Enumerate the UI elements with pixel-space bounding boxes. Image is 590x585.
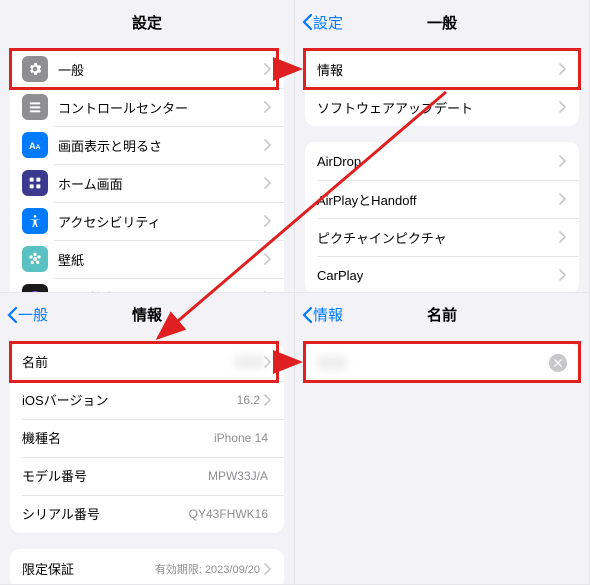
chevron-right-icon bbox=[264, 63, 272, 75]
navbar: 一般 情報 bbox=[0, 293, 294, 337]
row-software-update[interactable]: ソフトウェアアップデート bbox=[305, 88, 579, 126]
row-label: Siriと検索 bbox=[58, 288, 264, 292]
row-model-name: 機種名 iPhone 14 bbox=[10, 419, 284, 457]
about-group: 名前 iOSバージョン 16.2 機種名 iPhone 14 モデル番号 MPW… bbox=[10, 343, 284, 533]
row-model-number[interactable]: モデル番号 MPW33J/A bbox=[10, 457, 284, 495]
chevron-right-icon bbox=[559, 231, 567, 243]
row-value: 有効期限: 2023/09/20 bbox=[155, 561, 260, 577]
blurred-value bbox=[317, 356, 347, 370]
chevron-right-icon bbox=[559, 63, 567, 75]
back-button[interactable]: 情報 bbox=[301, 304, 343, 325]
blurred-value bbox=[234, 355, 264, 369]
row-label: 一般 bbox=[58, 60, 264, 79]
back-label: 一般 bbox=[18, 304, 48, 325]
settings-group: 一般 コントロールセンター AA 画面表示と明るさ bbox=[10, 50, 284, 292]
row-label: アクセシビリティ bbox=[58, 212, 264, 231]
row-label: コントロールセンター bbox=[58, 98, 264, 117]
siri-icon bbox=[22, 284, 48, 292]
row-label: 壁紙 bbox=[58, 250, 264, 269]
page-title: 情報 bbox=[132, 304, 162, 325]
row-label: モデル番号 bbox=[22, 466, 208, 485]
row-wallpaper[interactable]: 壁紙 bbox=[10, 240, 284, 278]
chevron-right-icon bbox=[264, 291, 272, 292]
row-accessibility[interactable]: アクセシビリティ bbox=[10, 202, 284, 240]
chevron-right-icon bbox=[264, 563, 272, 575]
chevron-right-icon bbox=[559, 155, 567, 167]
row-value: iPhone 14 bbox=[214, 431, 268, 445]
row-airplay[interactable]: AirPlayとHandoff bbox=[305, 180, 579, 218]
row-label: CarPlay bbox=[317, 268, 559, 283]
sliders-icon bbox=[22, 94, 48, 120]
row-label: シリアル番号 bbox=[22, 504, 189, 523]
row-general[interactable]: 一般 bbox=[10, 50, 284, 88]
name-input-row[interactable] bbox=[305, 343, 579, 383]
row-label: ホーム画面 bbox=[58, 174, 264, 193]
back-button[interactable]: 設定 bbox=[301, 12, 343, 33]
panel-name: 情報 名前 bbox=[295, 293, 590, 585]
page-title: 一般 bbox=[427, 12, 457, 33]
row-label: AirPlayとHandoff bbox=[317, 190, 559, 209]
chevron-right-icon bbox=[264, 139, 272, 151]
page-title: 名前 bbox=[427, 304, 457, 325]
row-airdrop[interactable]: AirDrop bbox=[305, 142, 579, 180]
grid-icon bbox=[22, 170, 48, 196]
row-label: 機種名 bbox=[22, 428, 214, 447]
row-carplay[interactable]: CarPlay bbox=[305, 256, 579, 292]
navbar: 設定 一般 bbox=[295, 0, 589, 44]
row-ios-version[interactable]: iOSバージョン 16.2 bbox=[10, 381, 284, 419]
row-home[interactable]: ホーム画面 bbox=[10, 164, 284, 202]
row-label: AirDrop bbox=[317, 154, 559, 169]
panel-about: 一般 情報 名前 iOSバージョン 16.2 機種名 iPhone 14 bbox=[0, 293, 295, 585]
chevron-right-icon bbox=[559, 269, 567, 281]
general-group-1: 情報 ソフトウェアアップデート bbox=[305, 50, 579, 126]
row-label: ピクチャインピクチャ bbox=[317, 228, 559, 247]
row-warranty[interactable]: 限定保証 有効期限: 2023/09/20 bbox=[10, 549, 284, 585]
navbar: 設定 bbox=[0, 0, 294, 44]
row-label: 情報 bbox=[317, 60, 559, 79]
panel-settings: 設定 一般 コントロールセンター bbox=[0, 0, 295, 293]
panel-general: 設定 一般 情報 ソフトウェアアップデート AirDrop bbox=[295, 0, 590, 293]
chevron-right-icon bbox=[264, 101, 272, 113]
row-label: 名前 bbox=[22, 352, 234, 371]
row-value: 16.2 bbox=[237, 393, 260, 407]
row-control-center[interactable]: コントロールセンター bbox=[10, 88, 284, 126]
navbar: 情報 名前 bbox=[295, 293, 589, 337]
content: 名前 iOSバージョン 16.2 機種名 iPhone 14 モデル番号 MPW… bbox=[0, 337, 294, 585]
row-value: MPW33J/A bbox=[208, 469, 268, 483]
back-button[interactable]: 一般 bbox=[6, 304, 48, 325]
row-siri[interactable]: Siriと検索 bbox=[10, 278, 284, 292]
svg-text:A: A bbox=[36, 144, 41, 151]
text-size-icon: AA bbox=[22, 132, 48, 158]
chevron-right-icon bbox=[264, 215, 272, 227]
row-display[interactable]: AA 画面表示と明るさ bbox=[10, 126, 284, 164]
general-group-2: AirDrop AirPlayとHandoff ピクチャインピクチャ CarPl… bbox=[305, 142, 579, 292]
back-label: 設定 bbox=[313, 12, 343, 33]
clear-text-icon[interactable] bbox=[549, 354, 567, 372]
content bbox=[295, 337, 589, 585]
chevron-right-icon bbox=[264, 177, 272, 189]
chevron-right-icon bbox=[559, 193, 567, 205]
row-about[interactable]: 情報 bbox=[305, 50, 579, 88]
chevron-right-icon bbox=[264, 253, 272, 265]
row-label: 画面表示と明るさ bbox=[58, 136, 264, 155]
gear-icon bbox=[22, 56, 48, 82]
svg-text:A: A bbox=[29, 141, 36, 151]
row-label: 限定保証 bbox=[22, 559, 155, 578]
chevron-right-icon bbox=[559, 101, 567, 113]
row-pip[interactable]: ピクチャインピクチャ bbox=[305, 218, 579, 256]
content: 一般 コントロールセンター AA 画面表示と明るさ bbox=[0, 44, 294, 292]
back-label: 情報 bbox=[313, 304, 343, 325]
row-label: ソフトウェアアップデート bbox=[317, 98, 559, 117]
chevron-right-icon bbox=[264, 394, 272, 406]
content: 情報 ソフトウェアアップデート AirDrop AirPlayとHandoff bbox=[295, 44, 589, 292]
chevron-right-icon bbox=[264, 356, 272, 368]
row-label: iOSバージョン bbox=[22, 390, 237, 409]
row-value: QY43FHWK16 bbox=[189, 507, 268, 521]
accessibility-icon bbox=[22, 208, 48, 234]
row-serial: シリアル番号 QY43FHWK16 bbox=[10, 495, 284, 533]
flower-icon bbox=[22, 246, 48, 272]
page-title: 設定 bbox=[132, 12, 162, 33]
row-name[interactable]: 名前 bbox=[10, 343, 284, 381]
